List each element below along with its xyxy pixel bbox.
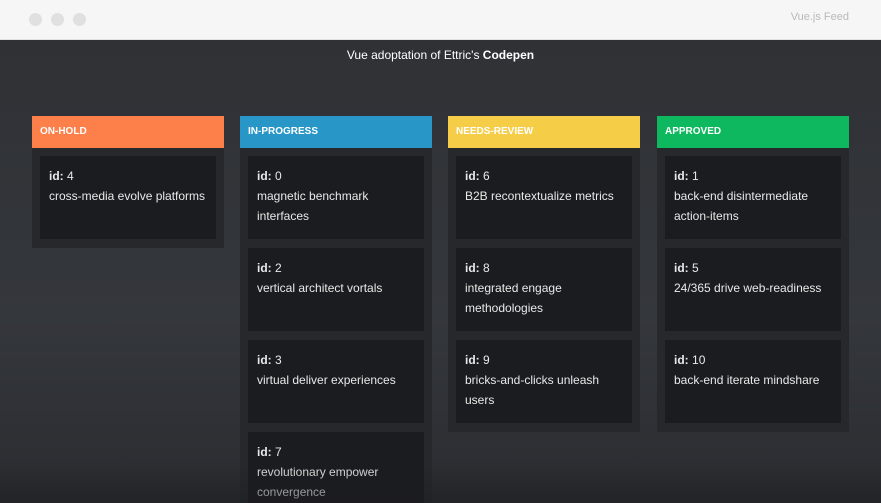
- codepen-link[interactable]: Codepen: [483, 48, 534, 62]
- card-id-value: 0: [275, 169, 282, 183]
- page-title: Vue adoptation of Ettric's Codepen: [0, 48, 881, 62]
- task-card[interactable]: id: 9 bricks-and-clicks unleash users: [456, 340, 632, 423]
- task-card[interactable]: id: 7 revolutionary empower convergence: [248, 432, 424, 503]
- card-id-line: id: 1: [674, 166, 832, 186]
- card-id-value: 2: [275, 261, 282, 275]
- card-id-value: 9: [483, 353, 490, 367]
- column-header: IN-PROGRESS: [240, 116, 432, 148]
- card-id-line: id: 3: [257, 350, 415, 370]
- card-id-value: 4: [67, 169, 74, 183]
- window-minimize-dot-icon[interactable]: [51, 13, 64, 26]
- card-text: revolutionary empower convergence: [257, 465, 379, 499]
- card-list: id: 6 B2B recontextualize metrics id: 8 int…: [448, 148, 640, 423]
- task-card[interactable]: id: 3 virtual deliver experiences: [248, 340, 424, 423]
- page-title-text: Vue adoptation of Ettric's: [346, 48, 483, 62]
- card-text: back-end disintermediate action-items: [674, 189, 809, 223]
- task-card[interactable]: id: 5 24/365 drive web-readiness: [665, 248, 841, 331]
- card-id-line: id: 8: [465, 258, 623, 278]
- card-id-line: id: 10: [674, 350, 832, 370]
- card-id-line: id: 5: [674, 258, 832, 278]
- window-close-dot-icon[interactable]: [29, 13, 42, 26]
- card-id-value: 5: [692, 261, 699, 275]
- card-text: magnetic benchmark interfaces: [257, 189, 369, 223]
- card-list: id: 4 cross-media evolve platforms: [32, 148, 224, 239]
- card-id-value: 3: [275, 353, 282, 367]
- card-id-label: id:: [465, 261, 480, 275]
- card-id-label: id:: [674, 169, 689, 183]
- card-id-line: id: 2: [257, 258, 415, 278]
- card-id-value: 1: [692, 169, 699, 183]
- card-text: cross-media evolve platforms: [49, 189, 206, 203]
- card-id-value: 10: [692, 353, 706, 367]
- task-card[interactable]: id: 8 integrated engage methodologies: [456, 248, 632, 331]
- card-text: vertical architect vortals: [257, 281, 383, 295]
- card-text: back-end iterate mindshare: [674, 373, 820, 387]
- column-header: APPROVED: [657, 116, 849, 148]
- card-id-line: id: 6: [465, 166, 623, 186]
- card-id-label: id:: [257, 169, 272, 183]
- card-id-label: id:: [465, 169, 480, 183]
- card-id-label: id:: [674, 261, 689, 275]
- card-text: 24/365 drive web-readiness: [674, 281, 822, 295]
- task-card[interactable]: id: 6 B2B recontextualize metrics: [456, 156, 632, 239]
- browser-chrome: Vue.js Feed: [0, 0, 881, 40]
- card-id-line: id: 4: [49, 166, 207, 186]
- kanban-app: Vue adoptation of Ettric's Codepen ON-HO…: [0, 40, 881, 503]
- card-text: B2B recontextualize metrics: [465, 189, 614, 203]
- card-id-label: id:: [49, 169, 64, 183]
- task-card[interactable]: id: 2 vertical architect vortals: [248, 248, 424, 331]
- card-id-label: id:: [674, 353, 689, 367]
- task-card[interactable]: id: 4 cross-media evolve platforms: [40, 156, 216, 239]
- card-text: bricks-and-clicks unleash users: [465, 373, 600, 407]
- card-id-value: 6: [483, 169, 490, 183]
- column-on-hold: ON-HOLD id: 4 cross-media evolve platform…: [32, 116, 224, 248]
- card-id-value: 8: [483, 261, 490, 275]
- card-id-line: id: 7: [257, 442, 415, 462]
- card-id-label: id:: [257, 445, 272, 459]
- card-id-label: id:: [257, 261, 272, 275]
- task-card[interactable]: id: 10 back-end iterate mindshare: [665, 340, 841, 423]
- task-card[interactable]: id: 1 back-end disintermediate action-ite…: [665, 156, 841, 239]
- card-id-label: id:: [465, 353, 480, 367]
- task-card[interactable]: id: 0 magnetic benchmark interfaces: [248, 156, 424, 239]
- column-approved: APPROVED id: 1 back-end disintermediate a…: [657, 116, 849, 432]
- card-list: id: 1 back-end disintermediate action-ite…: [657, 148, 849, 423]
- card-id-line: id: 0: [257, 166, 415, 186]
- card-list: id: 0 magnetic benchmark interfaces id: 2 v…: [240, 148, 432, 503]
- card-text: virtual deliver experiences: [257, 373, 396, 387]
- bottom-fade: [0, 463, 881, 503]
- card-id-label: id:: [257, 353, 272, 367]
- card-id-line: id: 9: [465, 350, 623, 370]
- card-id-value: 7: [275, 445, 282, 459]
- column-needs-review: NEEDS-REVIEW id: 6 B2B recontextualize me…: [448, 116, 640, 432]
- column-in-progress: IN-PROGRESS id: 0 magnetic benchmark inte…: [240, 116, 432, 503]
- window-maximize-dot-icon[interactable]: [73, 13, 86, 26]
- column-header: NEEDS-REVIEW: [448, 116, 640, 148]
- card-text: integrated engage methodologies: [465, 281, 562, 315]
- window-title: Vue.js Feed: [790, 11, 849, 23]
- column-header: ON-HOLD: [32, 116, 224, 148]
